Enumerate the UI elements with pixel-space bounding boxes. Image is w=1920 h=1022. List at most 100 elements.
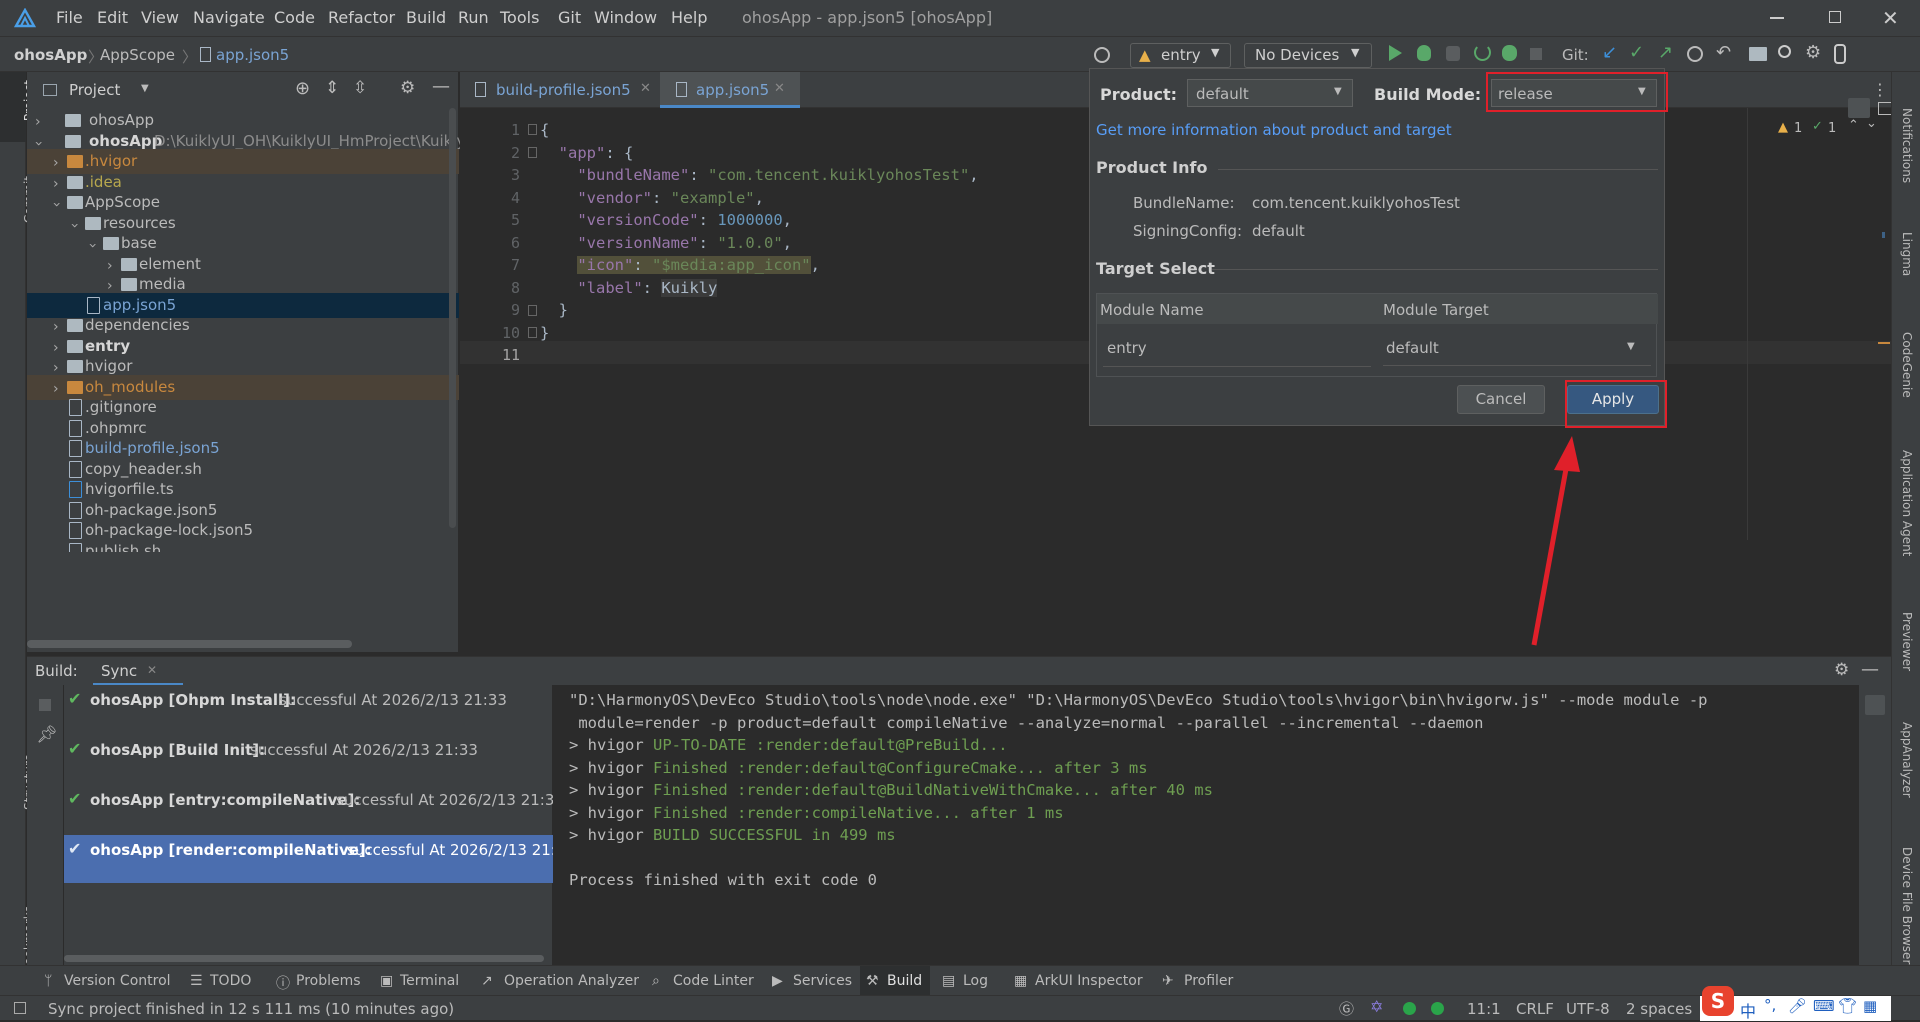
horizontal-scrollbar[interactable]	[27, 640, 352, 648]
ime-language[interactable]: 中	[1740, 998, 1756, 1022]
module-target-dropdown[interactable]: default ▼	[1383, 330, 1651, 366]
menu-navigate[interactable]: Navigate	[193, 8, 265, 27]
tool-arkui-inspector[interactable]: ArkUI Inspector	[1035, 973, 1143, 989]
tree-item-publish[interactable]: publish.sh	[27, 539, 459, 552]
run-icon[interactable]	[1389, 45, 1402, 61]
breadcrumb-file[interactable]: app.json5	[216, 46, 289, 64]
target-icon[interactable]	[1094, 47, 1110, 63]
tool-todo[interactable]: TODO	[210, 973, 251, 989]
tool-profiler[interactable]: Profiler	[1184, 973, 1233, 989]
collapse-all-icon[interactable]: ⇳	[353, 78, 367, 98]
punctuation-icon[interactable]: °,	[1764, 996, 1776, 1014]
locate-icon[interactable]: ⊕	[295, 78, 310, 99]
codegenie-tool-label[interactable]: CodeGenie	[1900, 332, 1914, 398]
menu-run[interactable]: Run	[458, 8, 489, 27]
menu-code[interactable]: Code	[274, 8, 315, 27]
appanalyzer-tool-label[interactable]: AppAnalyzer	[1900, 722, 1914, 798]
module-selector[interactable]: ▲ entry ▼	[1130, 43, 1231, 68]
expand-all-icon[interactable]: ⇕	[325, 78, 339, 98]
gear-icon[interactable]: ⚙	[400, 78, 415, 98]
attach-debugger-icon[interactable]	[1446, 46, 1460, 61]
plugin-icon[interactable]: ✡	[1370, 997, 1383, 1016]
menu-file[interactable]: File	[56, 8, 83, 27]
git-status-icon[interactable]: Ⓖ	[1339, 998, 1354, 1019]
project-structure-icon[interactable]	[1749, 47, 1767, 61]
close-tab-icon[interactable]: ✕	[774, 81, 785, 96]
soft-wrap-icon[interactable]	[1865, 695, 1885, 715]
keyboard-icon[interactable]: ⌨	[1813, 997, 1835, 1015]
next-highlight-icon[interactable]: ⌄	[1866, 116, 1877, 131]
git-push-icon[interactable]: ↗	[1658, 42, 1673, 63]
sogou-logo-icon[interactable]: S	[1702, 986, 1734, 1016]
lingma-tool-label[interactable]: Lingma	[1900, 232, 1914, 276]
breadcrumb-folder[interactable]: AppScope	[100, 46, 175, 64]
menu-view[interactable]: View	[141, 8, 179, 27]
horizontal-scrollbar[interactable]	[64, 955, 544, 962]
status-message[interactable]: Sync project finished in 12 s 111 ms (10…	[48, 1000, 454, 1018]
build-task-row-selected[interactable]: ✔ ohosApp [render:compileNative]: succes…	[64, 835, 553, 883]
stop-icon[interactable]	[39, 699, 51, 711]
cancel-button[interactable]: Cancel	[1457, 385, 1545, 414]
application-agent-tool-label[interactable]: Application Agent	[1900, 450, 1914, 556]
caret-position[interactable]: 11:1	[1467, 1000, 1501, 1018]
indent-setting[interactable]: 2 spaces	[1626, 1000, 1692, 1018]
reader-mode-icon[interactable]	[1848, 98, 1870, 118]
weak-warning-icon[interactable]: ✓	[1812, 119, 1823, 134]
fold-marker-icon[interactable]	[528, 124, 537, 135]
tab-build-profile[interactable]: build-profile.json5 ✕	[460, 72, 660, 108]
tool-version-control[interactable]: Version Control	[64, 973, 171, 989]
hide-icon[interactable]: —	[432, 76, 450, 97]
notifications-tool-label[interactable]: Notifications	[1900, 108, 1914, 183]
menu-help[interactable]: Help	[671, 8, 707, 27]
product-target-info-link[interactable]: Get more information about product and t…	[1096, 121, 1452, 139]
project-view-selector[interactable]: Project	[69, 81, 120, 99]
chevron-down-icon[interactable]: ▼	[141, 83, 149, 94]
apply-changes-icon[interactable]	[1474, 44, 1491, 61]
build-task-row[interactable]: ✔ ohosApp [Build Init]: successful At 20…	[64, 735, 553, 765]
fold-marker-icon[interactable]	[528, 305, 537, 316]
menu-tools[interactable]: Tools	[500, 8, 539, 27]
chevron-down-icon[interactable]: ›	[61, 223, 86, 229]
microphone-icon[interactable]: 🎤︎	[1788, 997, 1807, 1015]
pin-icon[interactable]: 📌︎	[36, 725, 58, 745]
git-commit-icon[interactable]: ✓	[1629, 42, 1644, 63]
breadcrumb-project[interactable]: ohosApp	[14, 46, 87, 64]
build-task-row[interactable]: ✔ ohosApp [entry:compileNative]: success…	[64, 785, 553, 815]
vertical-scrollbar[interactable]	[449, 108, 456, 528]
chevron-down-icon[interactable]: ›	[25, 141, 50, 147]
build-console[interactable]: "D:\HarmonyOS\DevEco Studio\tools\node\n…	[553, 685, 1859, 965]
menu-git[interactable]: Git	[558, 8, 581, 27]
menu-build[interactable]: Build	[406, 8, 446, 27]
chevron-down-icon[interactable]: ›	[79, 243, 104, 249]
menu-window[interactable]: Window	[594, 8, 657, 27]
tab-sync[interactable]: Sync ✕	[93, 657, 183, 686]
close-icon[interactable]: ✕	[1882, 6, 1899, 30]
search-icon[interactable]	[1778, 45, 1791, 58]
product-dropdown[interactable]: default ▼	[1187, 79, 1353, 107]
line-separator[interactable]: CRLF	[1516, 1000, 1554, 1018]
more-options-icon[interactable]: ⋮	[1872, 80, 1888, 99]
tool-code-linter[interactable]: Code Linter	[673, 973, 754, 989]
settings-icon[interactable]: ⚙	[1805, 42, 1821, 63]
device-file-browser-tool-label[interactable]: Device File Browser	[1900, 847, 1914, 964]
maximize-icon[interactable]	[1829, 11, 1841, 23]
build-task-row[interactable]: ✔ ohosApp [Ohpm Install]: successful At …	[64, 685, 553, 715]
gear-icon[interactable]: ⚙	[1834, 660, 1849, 680]
tool-build[interactable]: Build	[887, 973, 922, 989]
tool-services[interactable]: Services	[793, 973, 852, 989]
stop-icon[interactable]	[1530, 48, 1542, 60]
minimize-icon[interactable]	[1770, 17, 1784, 19]
rollback-icon[interactable]: ↶	[1716, 42, 1731, 63]
tool-terminal[interactable]: Terminal	[400, 973, 459, 989]
account-icon[interactable]	[1834, 44, 1846, 64]
tool-problems[interactable]: Problems	[296, 973, 361, 989]
menu-refactor[interactable]: Refactor	[328, 8, 395, 27]
profile-icon[interactable]	[1502, 45, 1517, 61]
device-selector[interactable]: No Devices ▼	[1244, 43, 1372, 68]
close-tab-icon[interactable]: ✕	[147, 663, 157, 677]
toolbox-icon[interactable]: ▦	[1863, 997, 1877, 1015]
skin-icon[interactable]: 👕︎	[1838, 997, 1857, 1015]
menu-edit[interactable]: Edit	[97, 8, 128, 27]
tab-app-json5[interactable]: app.json5 ✕	[660, 72, 800, 108]
close-tab-icon[interactable]: ✕	[640, 81, 651, 96]
